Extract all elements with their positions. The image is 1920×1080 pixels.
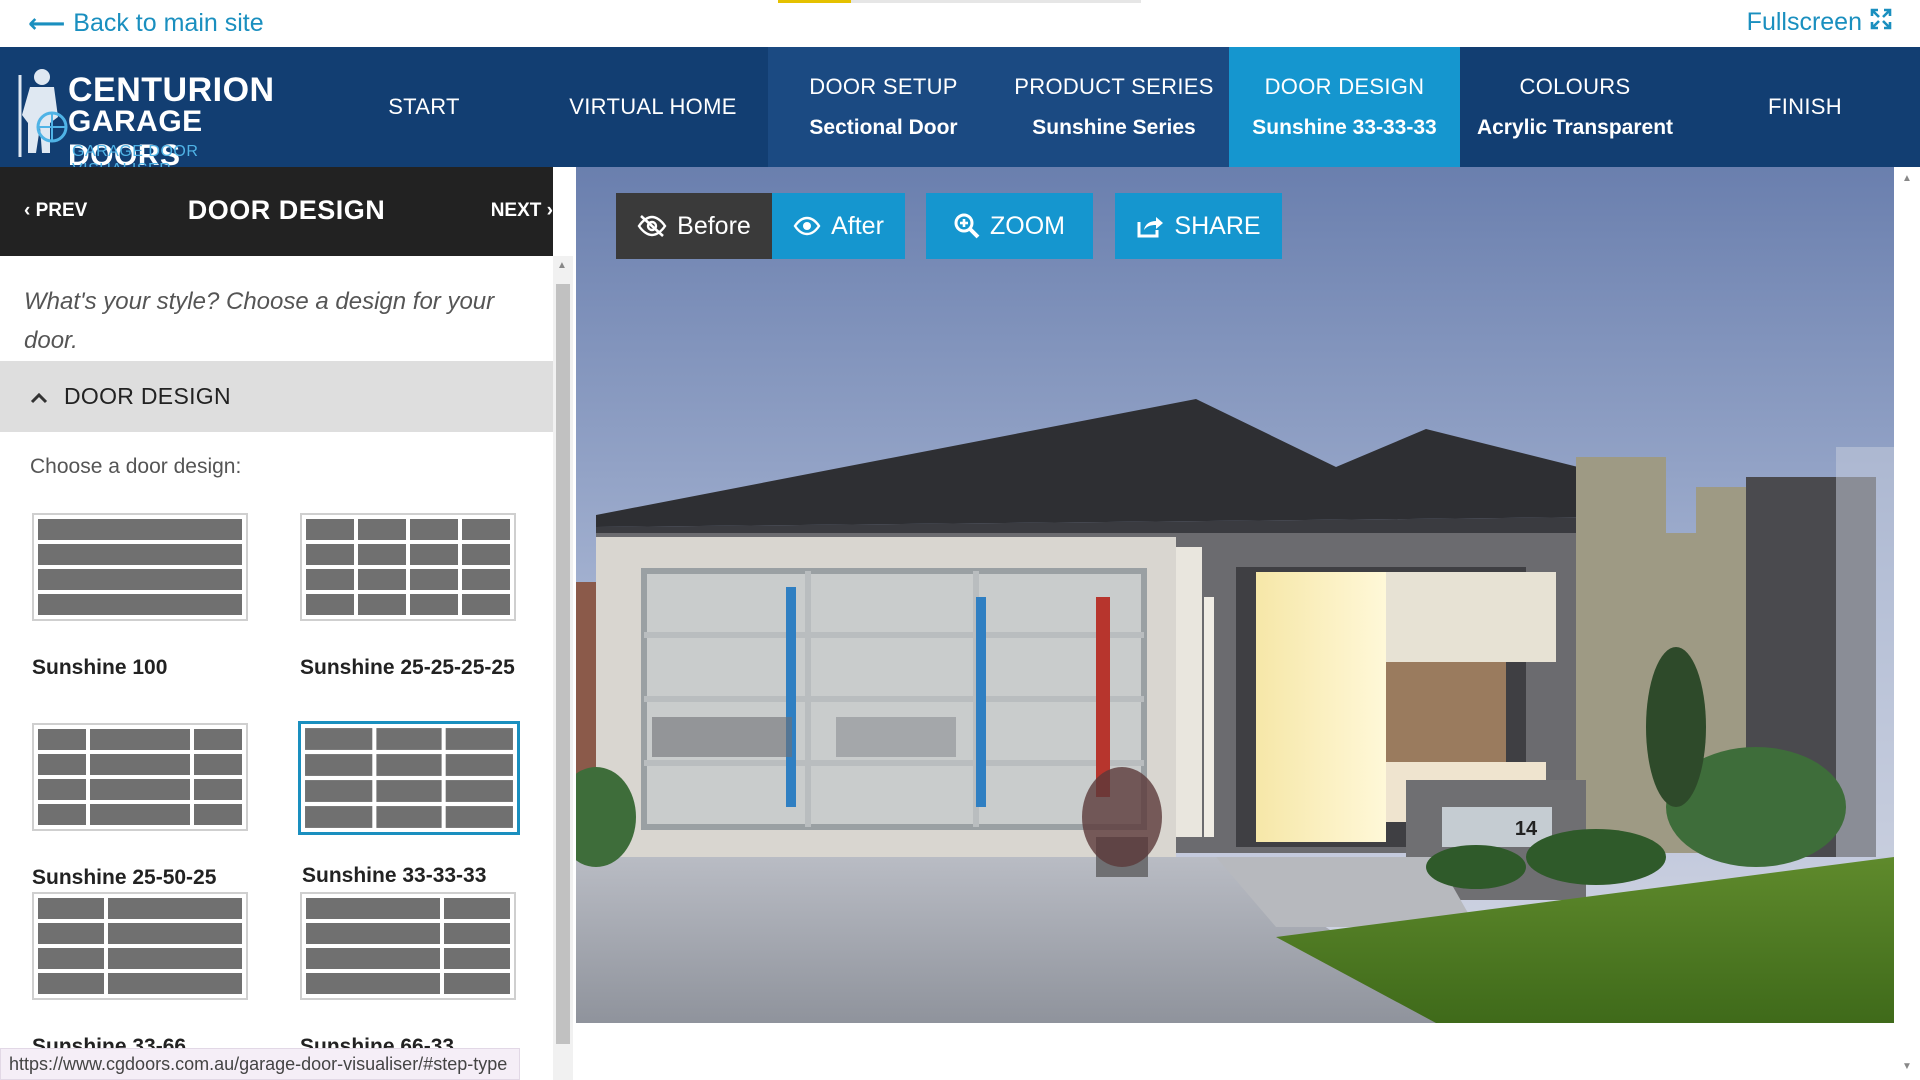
eye-slash-icon	[637, 215, 667, 237]
chevron-up-icon	[30, 384, 48, 410]
next-label: NEXT	[490, 200, 542, 221]
centurion-logo[interactable]: CENTURION GARAGE DOORS GARAGE DOOR VISUA…	[10, 57, 300, 178]
design-tile-sunshine-100[interactable]: Sunshine 100	[32, 513, 252, 689]
design-thumbnail	[300, 513, 516, 621]
design-thumbnail	[32, 513, 248, 621]
nav-finish[interactable]: FINISH	[1690, 47, 1920, 167]
panel-body: What's your style? Choose a design for y…	[0, 256, 553, 1080]
knight-emblem-icon	[18, 69, 68, 157]
zoom-in-icon	[954, 213, 980, 239]
nav-door-setup-value: Sectional Door	[809, 116, 958, 139]
back-link-label: Back to main site	[73, 9, 264, 37]
fullscreen-label: Fullscreen	[1746, 8, 1862, 36]
top-utility-bar: ⟵ Back to main site Fullscreen	[0, 0, 1920, 47]
nav-colours-value: Acrylic Transparent	[1476, 116, 1674, 139]
nav-finish-label: FINISH	[1768, 94, 1842, 119]
main-navigation: CENTURION GARAGE DOORS GARAGE DOOR VISUA…	[0, 47, 1920, 178]
nav-start[interactable]: START	[310, 47, 538, 167]
design-tile-sunshine-25-50-25[interactable]: Sunshine 25-50-25	[32, 723, 252, 899]
nav-door-design-value: Sunshine 33-33-33	[1252, 116, 1437, 139]
nav-colours[interactable]: COLOURS Acrylic Transparent	[1460, 47, 1690, 167]
chevron-right-icon: ›	[541, 200, 553, 221]
door-design-accordion-header[interactable]: DOOR DESIGN	[0, 361, 553, 432]
design-name: Sunshine 25-25-25-25	[300, 656, 515, 679]
design-thumbnail	[300, 892, 516, 1000]
nav-door-setup-title: DOOR SETUP	[809, 74, 958, 99]
scroll-up-icon[interactable]: ▲	[1902, 173, 1912, 184]
panel-scrollbar[interactable]: ▲	[553, 256, 573, 1080]
before-label: Before	[677, 211, 751, 240]
nav-product-series[interactable]: PRODUCT SERIES Sunshine Series	[999, 47, 1229, 167]
visualiser-preview: 14 Before After ZOOM SHARE	[576, 167, 1894, 1023]
fullscreen-button[interactable]: Fullscreen	[1747, 8, 1892, 37]
after-button[interactable]: After	[772, 193, 905, 259]
loading-progress-strip	[778, 0, 1141, 3]
zoom-button[interactable]: ZOOM	[926, 193, 1093, 259]
house-preview-image: 14	[576, 167, 1894, 1023]
design-thumbnail	[32, 892, 248, 1000]
page-scrollbar[interactable]: ▲ ▼	[1894, 167, 1920, 1080]
design-tile-sunshine-25-25-25-25[interactable]: Sunshine 25-25-25-25	[300, 513, 520, 689]
nav-door-design-title: DOOR DESIGN	[1264, 74, 1425, 99]
eye-icon	[793, 216, 821, 236]
design-tile-sunshine-33-33-33[interactable]: Sunshine 33-33-33	[298, 721, 520, 897]
nav-start-label: START	[388, 94, 460, 119]
scroll-up-icon[interactable]: ▲	[557, 260, 567, 271]
share-label: SHARE	[1174, 211, 1261, 240]
nav-virtual-home[interactable]: VIRTUAL HOME	[538, 47, 768, 167]
design-name: Sunshine 33-33-33	[302, 864, 487, 887]
share-icon	[1136, 214, 1164, 238]
house-number: 14	[1515, 818, 1538, 840]
nav-product-series-value: Sunshine Series	[1032, 116, 1196, 139]
choose-design-label: Choose a door design:	[30, 455, 242, 478]
share-button[interactable]: SHARE	[1115, 193, 1282, 259]
panel-title: DOOR DESIGN	[187, 195, 386, 225]
next-button[interactable]: NEXT ›	[491, 200, 553, 222]
after-label: After	[831, 211, 884, 240]
nav-door-design[interactable]: DOOR DESIGN Sunshine 33-33-33	[1229, 47, 1460, 167]
scrollbar-thumb[interactable]	[556, 284, 570, 1044]
design-thumbnail-selected	[298, 721, 520, 835]
design-panel: ‹ PREV DOOR DESIGN NEXT › What's your st…	[0, 167, 553, 1080]
design-name: Sunshine 100	[32, 656, 168, 679]
arrow-left-icon: ⟵	[28, 8, 66, 38]
nav-colours-title: COLOURS	[1519, 74, 1631, 99]
accordion-label: DOOR DESIGN	[64, 383, 231, 409]
expand-icon	[1870, 8, 1892, 37]
scroll-down-icon[interactable]: ▼	[1902, 1061, 1912, 1072]
nav-product-series-title: PRODUCT SERIES	[1014, 74, 1214, 99]
link-status-url: https://www.cgdoors.com.au/garage-door-v…	[0, 1048, 521, 1080]
panel-header: ‹ PREV DOOR DESIGN NEXT ›	[0, 167, 553, 256]
zoom-label: ZOOM	[990, 211, 1065, 240]
design-thumbnail	[32, 723, 248, 831]
back-to-main-site-link[interactable]: ⟵ Back to main site	[28, 8, 264, 39]
nav-door-setup[interactable]: DOOR SETUP Sectional Door	[768, 47, 999, 167]
design-tile-sunshine-66-33[interactable]: Sunshine 66-33	[300, 892, 520, 1068]
nav-virtual-home-label: VIRTUAL HOME	[569, 94, 737, 119]
design-tile-sunshine-33-66[interactable]: Sunshine 33-66	[32, 892, 252, 1068]
before-button[interactable]: Before	[616, 193, 772, 259]
style-intro-text: What's your style? Choose a design for y…	[24, 288, 495, 354]
